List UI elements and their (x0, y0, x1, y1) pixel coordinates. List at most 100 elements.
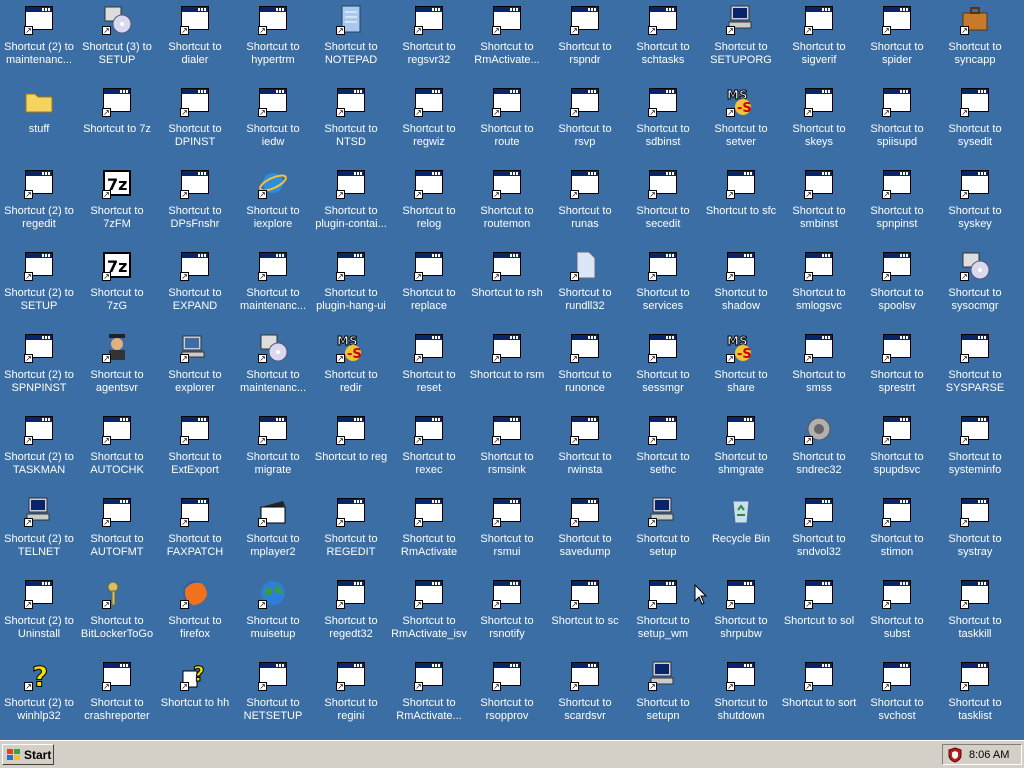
desktop-icon[interactable]: ↗ Shortcut to SYSPARSE (936, 328, 1014, 410)
desktop-icon[interactable]: ↗ Shortcut to sysocmgr (936, 246, 1014, 328)
desktop-icon[interactable]: ↗ Shortcut to runonce (546, 328, 624, 410)
desktop-icon[interactable]: ↗ Shortcut to sol (780, 574, 858, 656)
desktop-icon[interactable]: ↗ Shortcut to explorer (156, 328, 234, 410)
desktop-icon[interactable]: ↗ Shortcut to DPsFnshr (156, 164, 234, 246)
desktop-icon[interactable]: ↗ Shortcut to dialer (156, 0, 234, 82)
desktop-icon[interactable]: ↗ Shortcut to reset (390, 328, 468, 410)
desktop-icon[interactable]: ↗ Shortcut to RmActivate... (390, 656, 468, 738)
desktop-icon[interactable]: ↗ Shortcut to rwinsta (546, 410, 624, 492)
desktop-icon[interactable]: ↗ Shortcut to REGEDIT (312, 492, 390, 574)
desktop-icon[interactable]: ? ↗ Shortcut (2) to winhlp32 (0, 656, 78, 738)
desktop-icon[interactable]: ↗ Shortcut to sdbinst (624, 82, 702, 164)
desktop-icon[interactable]: ↗ Shortcut to savedump (546, 492, 624, 574)
desktop-icon[interactable]: ↗ Shortcut (2) to TELNET (0, 492, 78, 574)
desktop-icon[interactable]: ↗ Shortcut to sprestrt (858, 328, 936, 410)
desktop-icon[interactable]: ↗ Shortcut to spoolsv (858, 246, 936, 328)
desktop-icon[interactable]: ↗ Shortcut to sessmgr (624, 328, 702, 410)
desktop-icon[interactable]: ↗ Shortcut to migrate (234, 410, 312, 492)
desktop-icon[interactable]: ↗ Shortcut to crashreporter (78, 656, 156, 738)
desktop-icon[interactable]: ↗ Shortcut to runas (546, 164, 624, 246)
desktop-icon[interactable]: ↗ Shortcut to smbinst (780, 164, 858, 246)
desktop-icon[interactable]: MS -S ↗ Shortcut to redir (312, 328, 390, 410)
desktop-icon[interactable]: ↗ Shortcut to rundll32 (546, 246, 624, 328)
desktop-icon[interactable]: ↗ Shortcut to shadow (702, 246, 780, 328)
desktop-icon[interactable]: ↗ Shortcut to rexec (390, 410, 468, 492)
desktop-icon[interactable]: ↗ Shortcut to shutdown (702, 656, 780, 738)
desktop-icon[interactable]: ↗ Shortcut to rsmui (468, 492, 546, 574)
desktop-icon[interactable]: ↗ Shortcut to 7z (78, 82, 156, 164)
desktop-icon[interactable]: ↗ Shortcut to NETSETUP (234, 656, 312, 738)
desktop-icon[interactable]: ↗ Shortcut to plugin-contai... (312, 164, 390, 246)
desktop-icon[interactable]: ↗ Shortcut (2) to Uninstall (0, 574, 78, 656)
desktop-icon[interactable]: ↗ Shortcut to rsopprov (468, 656, 546, 738)
desktop-icon[interactable]: ↗ Shortcut to shrpubw (702, 574, 780, 656)
desktop-icon[interactable]: ? ↗ Shortcut to hh (156, 656, 234, 738)
desktop-icon[interactable]: 7z ↗ Shortcut to 7zFM (78, 164, 156, 246)
start-button[interactable]: Start (2, 744, 54, 765)
desktop-icon[interactable]: ↗ Shortcut to NTSD (312, 82, 390, 164)
desktop-icon[interactable]: ↗ Shortcut to svchost (858, 656, 936, 738)
desktop-icon[interactable]: ↗ Shortcut to spider (858, 0, 936, 82)
desktop-icon[interactable]: ↗ Shortcut to systeminfo (936, 410, 1014, 492)
desktop-icon[interactable]: ↗ Shortcut to replace (390, 246, 468, 328)
desktop-icon[interactable]: ↗ Shortcut (2) to TASKMAN (0, 410, 78, 492)
desktop-icon[interactable]: Recycle Bin (702, 492, 780, 574)
desktop-icon[interactable]: ↗ Shortcut to AUTOCHK (78, 410, 156, 492)
desktop-icon[interactable]: ↗ Shortcut to sndvol32 (780, 492, 858, 574)
desktop-icon[interactable]: ↗ Shortcut to regsvr32 (390, 0, 468, 82)
desktop-icon[interactable]: ↗ Shortcut to AUTOFMT (78, 492, 156, 574)
desktop-icon[interactable]: MS -S ↗ Shortcut to setver (702, 82, 780, 164)
security-shield-icon[interactable] (947, 746, 963, 763)
desktop-icon[interactable]: ↗ Shortcut to route (468, 82, 546, 164)
desktop-icon[interactable]: ↗ Shortcut to iexplore (234, 164, 312, 246)
desktop-icon[interactable]: ↗ Shortcut to muisetup (234, 574, 312, 656)
desktop-icon[interactable]: ↗ Shortcut to iedw (234, 82, 312, 164)
desktop-icon[interactable]: ↗ Shortcut to smss (780, 328, 858, 410)
desktop-icon[interactable]: MS -S ↗ Shortcut to share (702, 328, 780, 410)
desktop-icon[interactable]: ↗ Shortcut (2) to SETUP (0, 246, 78, 328)
desktop-icon[interactable]: ↗ Shortcut to setup_wm (624, 574, 702, 656)
desktop-icon[interactable]: ↗ Shortcut to skeys (780, 82, 858, 164)
desktop-icon[interactable]: stuff (0, 82, 78, 164)
desktop-icon[interactable]: ↗ Shortcut to sfc (702, 164, 780, 246)
desktop-icon[interactable]: ↗ Shortcut to setup (624, 492, 702, 574)
desktop-icon[interactable]: ↗ Shortcut to agentsvr (78, 328, 156, 410)
desktop-icon[interactable]: ↗ Shortcut to BitLockerToGo (78, 574, 156, 656)
desktop-icon[interactable]: ↗ Shortcut to NOTEPAD (312, 0, 390, 82)
desktop-icon[interactable]: ↗ Shortcut to setupn (624, 656, 702, 738)
desktop-icon[interactable]: ↗ Shortcut to sigverif (780, 0, 858, 82)
desktop-icon[interactable]: ↗ Shortcut to sndrec32 (780, 410, 858, 492)
desktop-icon[interactable]: ↗ Shortcut to sort (780, 656, 858, 738)
desktop-icon[interactable]: ↗ Shortcut to regini (312, 656, 390, 738)
desktop-icon[interactable]: ↗ Shortcut to rsm (468, 328, 546, 410)
desktop-icon[interactable]: ↗ Shortcut to rsvp (546, 82, 624, 164)
desktop-icon[interactable]: ↗ Shortcut to SETUPORG (702, 0, 780, 82)
desktop-icon[interactable]: ↗ Shortcut (2) to maintenanc... (0, 0, 78, 82)
desktop-icon[interactable]: ↗ Shortcut to RmActivate... (468, 0, 546, 82)
desktop-icon[interactable]: ↗ Shortcut (2) to regedit (0, 164, 78, 246)
desktop-icon[interactable]: ↗ Shortcut to rsmsink (468, 410, 546, 492)
desktop-icon[interactable]: ↗ Shortcut to hypertrm (234, 0, 312, 82)
desktop-icon[interactable]: ↗ Shortcut to EXPAND (156, 246, 234, 328)
desktop-icon[interactable]: ↗ Shortcut to spnpinst (858, 164, 936, 246)
desktop-icon[interactable]: ↗ Shortcut to rspndr (546, 0, 624, 82)
desktop-icon[interactable]: ↗ Shortcut to sethc (624, 410, 702, 492)
desktop-icon[interactable]: ↗ Shortcut to reg (312, 410, 390, 492)
desktop-icon[interactable]: ↗ Shortcut to rsnotify (468, 574, 546, 656)
desktop-icon[interactable]: ↗ Shortcut to RmActivate (390, 492, 468, 574)
desktop-icon[interactable]: ↗ Shortcut to shmgrate (702, 410, 780, 492)
desktop-icon[interactable]: ↗ Shortcut to tasklist (936, 656, 1014, 738)
desktop-icon[interactable]: ↗ Shortcut to plugin-hang-ui (312, 246, 390, 328)
desktop-icon[interactable]: ↗ Shortcut to systray (936, 492, 1014, 574)
desktop-icon[interactable]: ↗ Shortcut to spupdsvc (858, 410, 936, 492)
desktop-icon[interactable]: ↗ Shortcut to regwiz (390, 82, 468, 164)
desktop-icon[interactable]: ↗ Shortcut to maintenanc... (234, 328, 312, 410)
desktop-icon[interactable]: ↗ Shortcut to FAXPATCH (156, 492, 234, 574)
desktop-icon[interactable]: ↗ Shortcut to mplayer2 (234, 492, 312, 574)
clock[interactable]: 8:06 AM (969, 749, 1009, 761)
desktop-icon[interactable]: ↗ Shortcut to DPINST (156, 82, 234, 164)
desktop-icon[interactable]: ↗ Shortcut to sc (546, 574, 624, 656)
desktop-icon[interactable]: ↗ Shortcut to rsh (468, 246, 546, 328)
desktop-icon[interactable]: ↗ Shortcut to routemon (468, 164, 546, 246)
desktop-icon[interactable]: ↗ Shortcut (2) to SPNPINST (0, 328, 78, 410)
